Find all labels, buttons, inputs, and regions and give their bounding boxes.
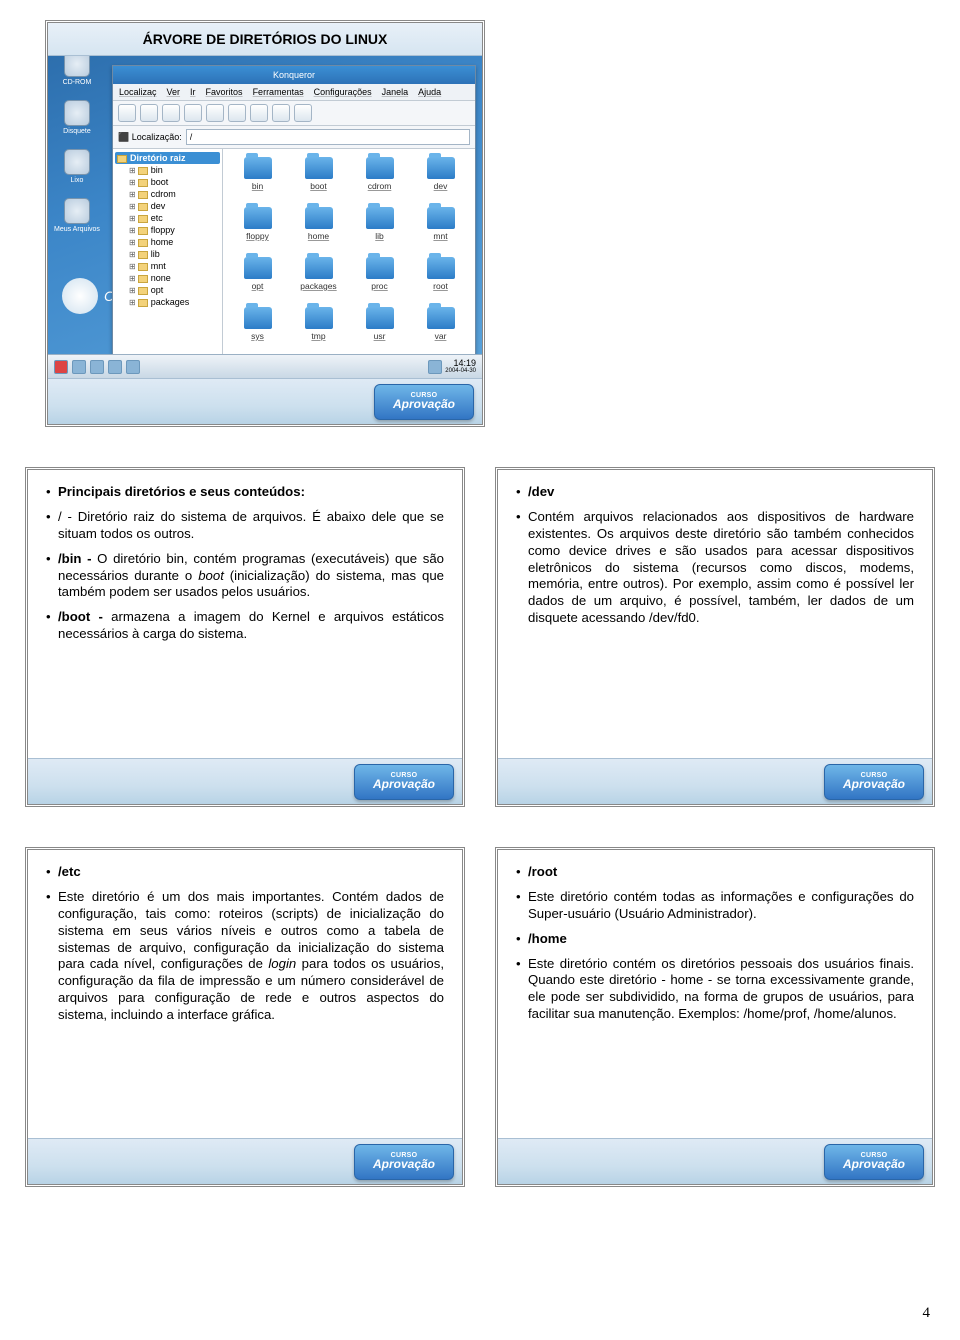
item-boot: /boot - armazena a imagem do Kernel e ar… — [46, 609, 444, 643]
konqueror-window: Konqueror Localizaç Ver Ir Favoritos Fer… — [112, 65, 476, 355]
folder-icon[interactable]: proc — [351, 257, 408, 301]
taskbar-icon[interactable] — [108, 360, 122, 374]
body-etc: Este diretório é um dos mais importantes… — [46, 889, 444, 1024]
title-etc: /etc — [46, 864, 444, 881]
toolbar — [113, 101, 475, 126]
title-home: /home — [516, 931, 914, 948]
menu-ver[interactable]: Ver — [167, 87, 181, 97]
menu-ferramentas[interactable]: Ferramentas — [253, 87, 304, 97]
slide-1: ÁRVORE DE DIRETÓRIOS DO LINUX CD-ROM Dis… — [45, 20, 485, 427]
aprovacao-button: CURSO Aprovação — [824, 1144, 924, 1180]
folder-icon[interactable]: tmp — [290, 307, 347, 351]
folder-icon[interactable]: cdrom — [351, 157, 408, 201]
menu-ajuda[interactable]: Ajuda — [418, 87, 441, 97]
window-titlebar: Konqueror — [113, 66, 475, 84]
toolbar-fwd[interactable] — [140, 104, 158, 122]
tree-item: ⊞floppy — [115, 224, 220, 236]
heading: Principais diretórios e seus conteúdos: — [46, 484, 444, 501]
location-input[interactable] — [186, 129, 470, 145]
menu-localizacao[interactable]: Localizaç — [119, 87, 157, 97]
desktop-icon-disquete[interactable]: Disquete — [54, 100, 100, 135]
folder-icon[interactable]: opt — [229, 257, 286, 301]
page-number: 4 — [923, 1305, 931, 1322]
menu-configuracoes[interactable]: Configurações — [314, 87, 372, 97]
tree-item: ⊞lib — [115, 248, 220, 260]
tree-item: ⊞dev — [115, 200, 220, 212]
icon-pane[interactable]: bin boot cdrom dev floppy home lib mnt o… — [223, 149, 475, 354]
aprovacao-button: CURSO Aprovação — [824, 764, 924, 800]
slide-3: /dev Contém arquivos relacionados aos di… — [495, 467, 935, 807]
folder-icon[interactable]: var — [412, 307, 469, 351]
tree-root[interactable]: Diretório raiz — [115, 152, 220, 164]
tree-item: ⊞cdrom — [115, 188, 220, 200]
folder-icon[interactable]: root — [412, 257, 469, 301]
desktop: ÁRVORE DE DIRETÓRIOS DO LINUX CD-ROM Dis… — [48, 23, 482, 378]
tree-item: ⊞none — [115, 272, 220, 284]
folder-icon[interactable]: bin — [229, 157, 286, 201]
toolbar-view3[interactable] — [294, 104, 312, 122]
item-bin: /bin - O diretório bin, contém programas… — [46, 551, 444, 602]
tree-item: ⊞mnt — [115, 260, 220, 272]
body-root: Este diretório contém todas as informaçõ… — [516, 889, 914, 923]
slide-4: /etc Este diretório é um dos mais import… — [25, 847, 465, 1187]
aprovacao-button: CURSO Aprovação — [354, 764, 454, 800]
tray-icon[interactable] — [428, 360, 442, 374]
item-root: / - Diretório raiz do sistema de arquivo… — [46, 509, 444, 543]
desktop-icon-arquivos[interactable]: Meus Arquivos — [54, 198, 100, 233]
slide-5: /root Este diretório contém todas as inf… — [495, 847, 935, 1187]
body-dev: Contém arquivos relacionados aos disposi… — [516, 509, 914, 627]
clock: 14:19 2004-04-30 — [445, 359, 476, 374]
start-button[interactable] — [54, 360, 68, 374]
menu-ir[interactable]: Ir — [190, 87, 196, 97]
taskbar-icon[interactable] — [90, 360, 104, 374]
body-home: Este diretório contém os diretórios pess… — [516, 956, 914, 1024]
title-root: /root — [516, 864, 914, 881]
taskbar: 14:19 2004-04-30 — [48, 354, 482, 378]
folder-icon[interactable]: packages — [290, 257, 347, 301]
folder-icon[interactable]: usr — [351, 307, 408, 351]
slide-footer: CURSO Aprovação — [28, 758, 462, 804]
desktop-icon-cdrom[interactable]: CD-ROM — [54, 51, 100, 86]
slide-footer: CURSO Aprovação — [498, 758, 932, 804]
tree-item: ⊞packages — [115, 296, 220, 308]
slide-footer: CURSO Aprovação — [498, 1138, 932, 1184]
toolbar-stop[interactable] — [228, 104, 246, 122]
aprovacao-button: CURSO Aprovação — [354, 1144, 454, 1180]
toolbar-view1[interactable] — [250, 104, 268, 122]
menu-favoritos[interactable]: Favoritos — [206, 87, 243, 97]
toolbar-home[interactable] — [184, 104, 202, 122]
toolbar-reload[interactable] — [206, 104, 224, 122]
slide-title: ÁRVORE DE DIRETÓRIOS DO LINUX — [48, 23, 482, 56]
folder-icon[interactable]: home — [290, 207, 347, 251]
folder-icon[interactable]: lib — [351, 207, 408, 251]
tree-item: ⊞boot — [115, 176, 220, 188]
slide-2: Principais diretórios e seus conteúdos: … — [25, 467, 465, 807]
taskbar-icon[interactable] — [72, 360, 86, 374]
tree-item: ⊞home — [115, 236, 220, 248]
tree-item: ⊞bin — [115, 164, 220, 176]
toolbar-up[interactable] — [162, 104, 180, 122]
slide-footer: CURSO Aprovação — [48, 378, 482, 424]
location-label: ⬛ Localização: — [118, 132, 182, 143]
toolbar-back[interactable] — [118, 104, 136, 122]
desktop-icons: CD-ROM Disquete Lixo Meus Arquivos — [54, 51, 100, 247]
folder-icon[interactable]: sys — [229, 307, 286, 351]
tree-item: ⊞opt — [115, 284, 220, 296]
location-bar: ⬛ Localização: — [113, 126, 475, 149]
toolbar-view2[interactable] — [272, 104, 290, 122]
title-dev: /dev — [516, 484, 914, 501]
folder-icon[interactable]: boot — [290, 157, 347, 201]
taskbar-icon[interactable] — [126, 360, 140, 374]
tree-item: ⊞etc — [115, 212, 220, 224]
directory-tree[interactable]: Diretório raiz ⊞bin ⊞boot ⊞cdrom ⊞dev ⊞e… — [113, 149, 223, 354]
folder-icon[interactable]: mnt — [412, 207, 469, 251]
desktop-icon-lixo[interactable]: Lixo — [54, 149, 100, 184]
menu-janela[interactable]: Janela — [382, 87, 409, 97]
aprovacao-button: CURSO Aprovação — [374, 384, 474, 420]
slide-footer: CURSO Aprovação — [28, 1138, 462, 1184]
menubar: Localizaç Ver Ir Favoritos Ferramentas C… — [113, 84, 475, 101]
folder-icon[interactable]: floppy — [229, 207, 286, 251]
folder-icon[interactable]: dev — [412, 157, 469, 201]
